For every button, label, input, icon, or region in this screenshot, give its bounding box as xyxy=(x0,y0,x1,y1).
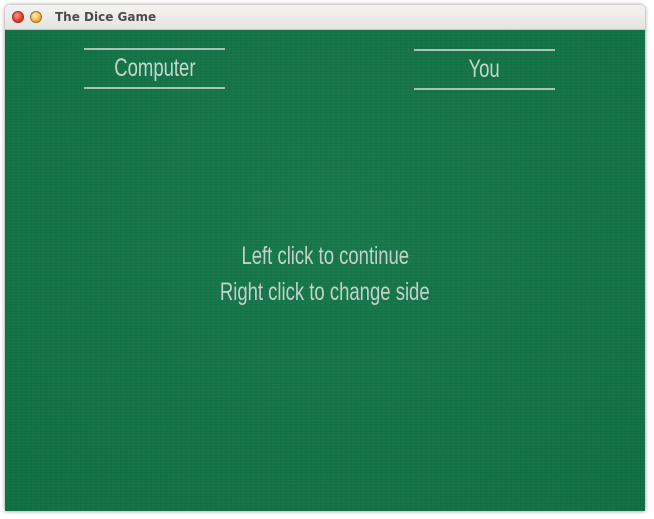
close-window-button[interactable] xyxy=(12,11,24,23)
right-click-text: Right click to change side xyxy=(220,278,430,306)
you-label-text: You xyxy=(468,55,501,83)
you-player-label: You xyxy=(414,49,555,90)
left-click-instruction: Left click to continue xyxy=(5,242,645,271)
right-click-instruction: Right click to change side xyxy=(5,278,645,307)
computer-player-label: Computer xyxy=(84,48,225,89)
title-bar[interactable]: The Dice Game xyxy=(5,5,645,30)
window-title: The Dice Game xyxy=(55,10,157,24)
minimize-window-button[interactable] xyxy=(30,11,42,23)
computer-label-text: Computer xyxy=(113,54,196,82)
app-window: The Dice Game Computer You Left click to… xyxy=(5,5,645,511)
left-click-text: Left click to continue xyxy=(241,242,409,270)
game-table[interactable]: Computer You Left click to continue Righ… xyxy=(5,30,645,511)
